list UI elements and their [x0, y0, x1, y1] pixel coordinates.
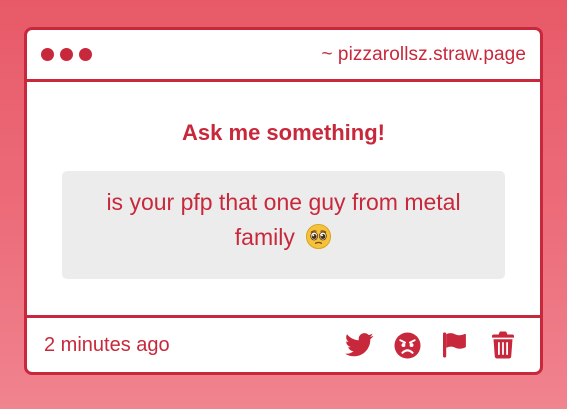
page-title: Ask me something! — [182, 120, 385, 145]
angry-face-icon — [393, 331, 421, 359]
trash-icon — [492, 331, 514, 359]
page-url[interactable]: ~ pizzarollsz.straw.page — [321, 44, 526, 66]
ask-card: ~ pizzarollsz.straw.page Ask me somethin… — [24, 27, 543, 375]
window-titlebar: ~ pizzarollsz.straw.page — [27, 30, 540, 82]
card-body: Ask me something! is your pfp that one g… — [27, 82, 540, 318]
timestamp: 2 minutes ago — [44, 333, 170, 356]
twitter-icon — [344, 333, 373, 357]
window-dot — [60, 48, 73, 61]
report-button[interactable] — [440, 331, 470, 359]
share-twitter-button[interactable] — [344, 331, 374, 359]
action-bar — [344, 331, 518, 359]
pleading-face-icon — [305, 223, 332, 250]
card-footer: 2 minutes ago — [27, 318, 540, 372]
question-text: is your pfp that one guy from metal fami… — [106, 189, 461, 250]
window-dot — [79, 48, 92, 61]
question-box: is your pfp that one guy from metal fami… — [62, 171, 505, 279]
delete-button[interactable] — [488, 331, 518, 359]
window-dots — [41, 48, 92, 61]
flag-icon — [443, 332, 466, 358]
window-dot — [41, 48, 54, 61]
react-angry-button[interactable] — [392, 331, 422, 359]
